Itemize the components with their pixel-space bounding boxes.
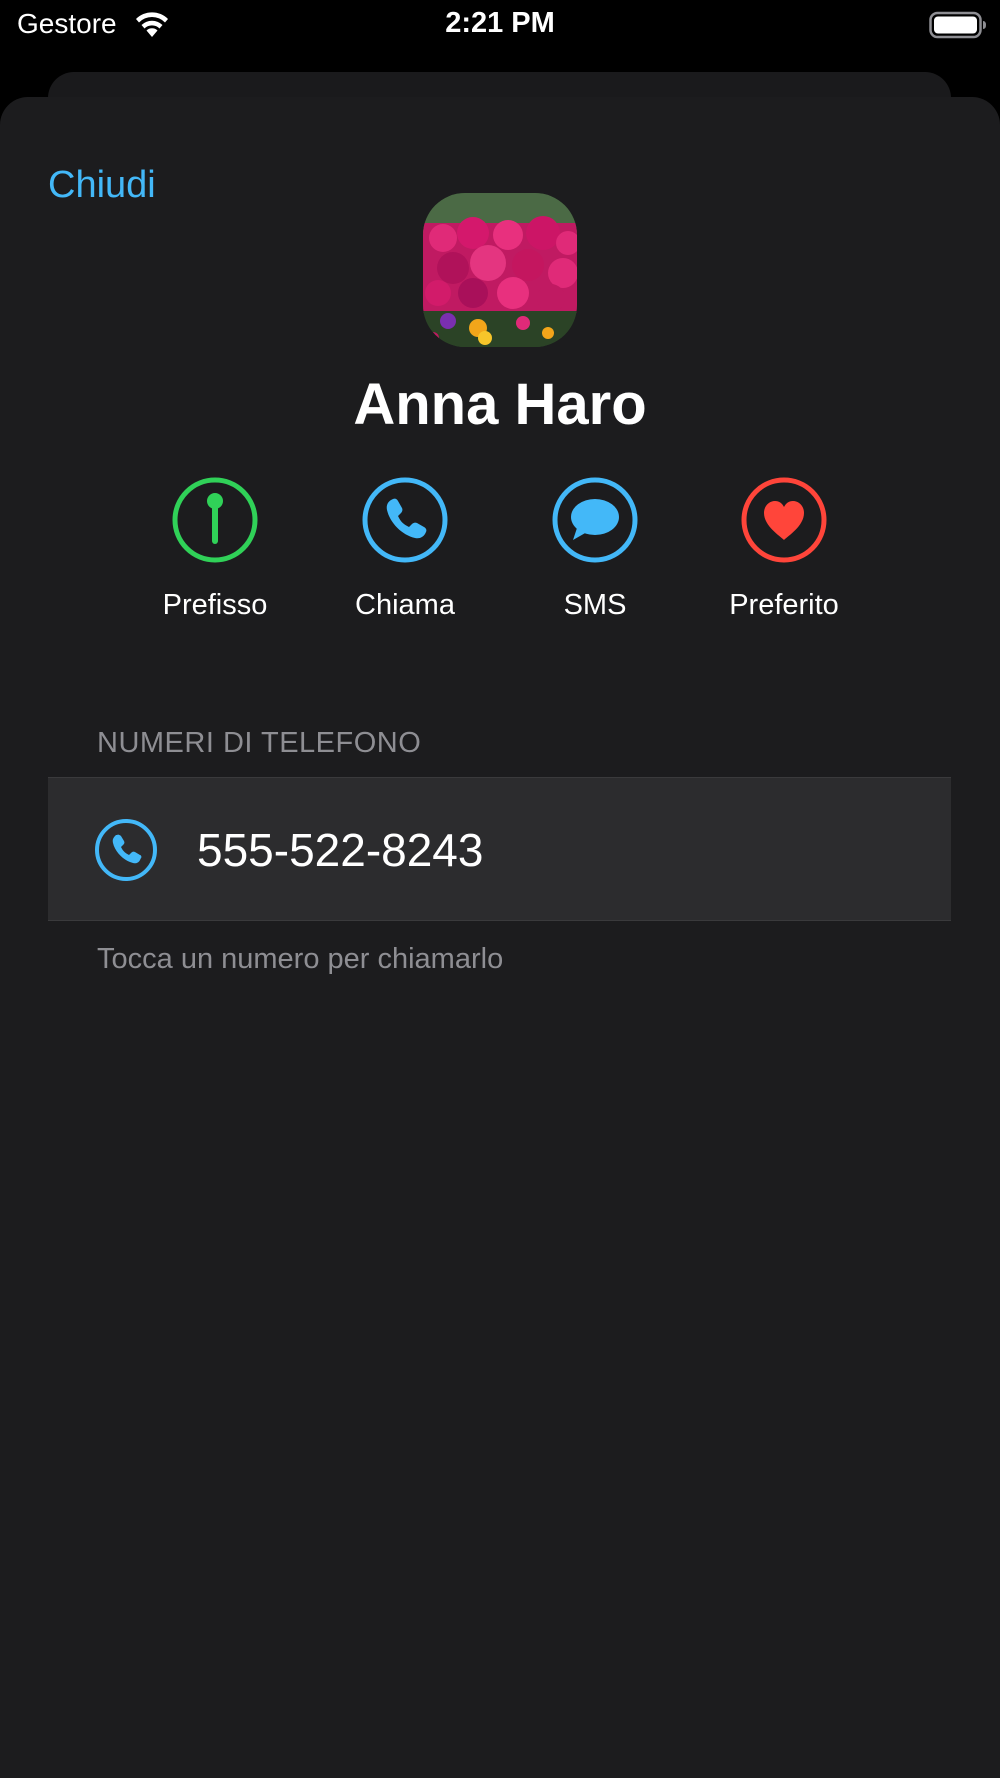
phone-numbers-footer: Tocca un numero per chiamarlo [97, 943, 504, 975]
favorite-label: Preferito [729, 589, 839, 621]
phone-number: 555-522-8243 [197, 824, 484, 876]
favorite-button[interactable]: Preferito [709, 476, 859, 626]
heart-icon [741, 477, 827, 563]
contact-name: Anna Haro [353, 372, 647, 437]
pin-label: Prefisso [162, 589, 268, 621]
message-bubble-icon [552, 477, 638, 563]
screen: Gestore 2:21 PM Chiudi Anna Haro Prefiss… [0, 0, 1000, 1778]
status-time: 2:21 PM [445, 7, 555, 39]
sms-label: SMS [563, 589, 627, 621]
call-button[interactable]: Chiama [330, 476, 480, 626]
battery-icon [929, 11, 986, 39]
pin-icon [172, 477, 258, 563]
flower-photo-avatar [423, 193, 577, 347]
sms-button[interactable]: SMS [520, 476, 670, 626]
call-label: Chiama [355, 589, 455, 621]
close-button[interactable]: Chiudi [48, 162, 156, 208]
phone-icon [362, 477, 448, 563]
phone-numbers-header: NUMERI DI TELEFONO [97, 727, 422, 759]
pin-button[interactable]: Prefisso [140, 476, 290, 626]
contact-sheet [0, 97, 1000, 1778]
status-bar: Gestore 2:21 PM [0, 0, 1000, 52]
phone-icon [95, 819, 157, 881]
phone-number-row[interactable]: 555-522-8243 [48, 777, 951, 921]
